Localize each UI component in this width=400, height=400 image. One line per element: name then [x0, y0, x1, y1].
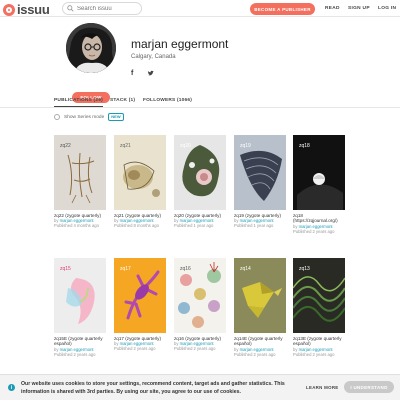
tab-publications[interactable]: PUBLICATIONS (29) — [54, 98, 103, 107]
issuu-logo[interactable]: issuu — [3, 2, 50, 17]
cover-label: zq16 — [180, 266, 191, 272]
cover-label: zq19 — [240, 143, 251, 149]
issuu-logo-icon — [3, 3, 15, 16]
publication-card[interactable]: zq14 zq14E (zygote quarterly español) by… — [234, 258, 286, 357]
become-publisher-button[interactable]: BECOME A PUBLISHER — [250, 3, 315, 15]
series-mode-label: Show Series mode — [64, 114, 105, 120]
new-badge: NEW — [108, 113, 124, 121]
cover-label: zq18 — [299, 143, 310, 149]
facebook-icon[interactable]: f — [131, 70, 133, 77]
author-link[interactable]: marjan eggermont — [299, 347, 333, 352]
publication-cover[interactable]: zq15 — [54, 258, 106, 333]
publication-cover[interactable]: zq14 — [234, 258, 286, 333]
publication-title[interactable]: zq15E (zygote quarterly español) — [54, 336, 106, 347]
publication-cover[interactable]: zq18 — [293, 135, 345, 210]
publication-cover[interactable]: zq16 — [174, 258, 226, 333]
i-understand-button[interactable]: I UNDERSTAND — [344, 381, 394, 393]
tab-followers[interactable]: FOLLOWERS (1066) — [143, 98, 192, 103]
top-header: issuu BECOME A PUBLISHER READ SIGN UP LO… — [0, 0, 400, 17]
publication-title[interactable]: zq14E (zygote quarterly español) — [234, 336, 286, 347]
search-box[interactable] — [62, 2, 142, 15]
publication-date: Published 1 year ago — [234, 223, 274, 229]
publication-date: Published 8 months ago — [114, 223, 159, 229]
publication-date: Published 2 years ago — [54, 351, 96, 357]
cover-label: zq17 — [120, 266, 131, 272]
publication-card[interactable]: zq21 zq21 (zygote quarterly) by marjan e… — [114, 135, 166, 228]
profile-name: marjan eggermont — [131, 37, 229, 51]
publication-date: Published 2 years ago — [293, 351, 335, 357]
logo-text: issuu — [17, 2, 50, 17]
publication-title[interactable]: zq13E (zygote quarterly español) — [293, 336, 345, 347]
cookie-text: Our website uses cookies to store your s… — [21, 381, 285, 395]
publication-date: Published 4 months ago — [54, 223, 99, 229]
publication-cover[interactable]: zq17 — [114, 258, 166, 333]
search-input[interactable] — [77, 5, 137, 12]
avatar — [66, 23, 116, 73]
cover-label: zq13 — [299, 266, 310, 272]
author-link[interactable]: marjan eggermont — [60, 347, 94, 352]
author-link[interactable]: marjan eggermont — [240, 347, 274, 352]
nav-read[interactable]: READ — [325, 6, 340, 11]
publication-date: Published 2 years ago — [114, 346, 156, 352]
publication-cover[interactable]: zq13 — [293, 258, 345, 333]
publication-card[interactable]: zq20 zq20 (zygote quarterly) by marjan e… — [174, 135, 226, 228]
cover-label: zq20 — [180, 143, 191, 149]
publication-card[interactable]: zq16 zq16 (zygote quarterly) by marjan e… — [174, 258, 226, 351]
cover-label: zq22 — [60, 143, 71, 149]
publication-date: Published 2 years ago — [174, 346, 216, 352]
series-mode-checkbox[interactable] — [54, 114, 60, 120]
publication-cover[interactable]: zq19 — [234, 135, 286, 210]
publication-card[interactable]: zq18 zq18 (https://zqjournal.org/) by ma… — [293, 135, 345, 234]
cover-label: zq21 — [120, 143, 131, 149]
publication-card[interactable]: zq22 zq22 (zygote quarterly) by marjan e… — [54, 135, 106, 228]
tab-stack[interactable]: STACK (1) — [110, 98, 135, 103]
twitter-icon[interactable] — [147, 70, 154, 77]
profile-location: Calgary, Canada — [131, 54, 176, 60]
publication-cover[interactable]: zq21 — [114, 135, 166, 210]
nav-sign-up[interactable]: SIGN UP — [348, 6, 370, 11]
series-mode-toggle[interactable]: Show Series mode NEW — [54, 113, 124, 121]
publication-card[interactable]: zq17 zq17 (zygote quarterly) by marjan e… — [114, 258, 166, 351]
publication-cover[interactable]: zq20 — [174, 135, 226, 210]
search-icon — [67, 5, 74, 12]
cover-label: zq15 — [60, 266, 71, 272]
publication-date: Published 2 years ago — [234, 351, 276, 357]
cover-label: zq14 — [240, 266, 251, 272]
learn-more-link[interactable]: LEARN MORE — [306, 385, 339, 390]
info-icon: i — [8, 384, 15, 391]
publication-card[interactable]: zq15 zq15E (zygote quarterly español) by… — [54, 258, 106, 357]
nav-log-in[interactable]: LOG IN — [378, 6, 396, 11]
cookie-banner: i Our website uses cookies to store your… — [0, 374, 400, 400]
profile-tabs: PUBLICATIONS (29) STACK (1) FOLLOWERS (1… — [0, 95, 400, 108]
author-link[interactable]: marjan eggermont — [299, 224, 333, 229]
publication-card[interactable]: zq19 zq19 (zygote quarterly) by marjan e… — [234, 135, 286, 228]
publication-date: Published 1 year ago — [174, 223, 214, 229]
publication-title[interactable]: zq18 (https://zqjournal.org/) — [293, 213, 345, 224]
publication-card[interactable]: zq13 zq13E (zygote quarterly español) by… — [293, 258, 345, 357]
publication-cover[interactable]: zq22 — [54, 135, 106, 210]
publication-date: Published 2 years ago — [293, 228, 335, 234]
